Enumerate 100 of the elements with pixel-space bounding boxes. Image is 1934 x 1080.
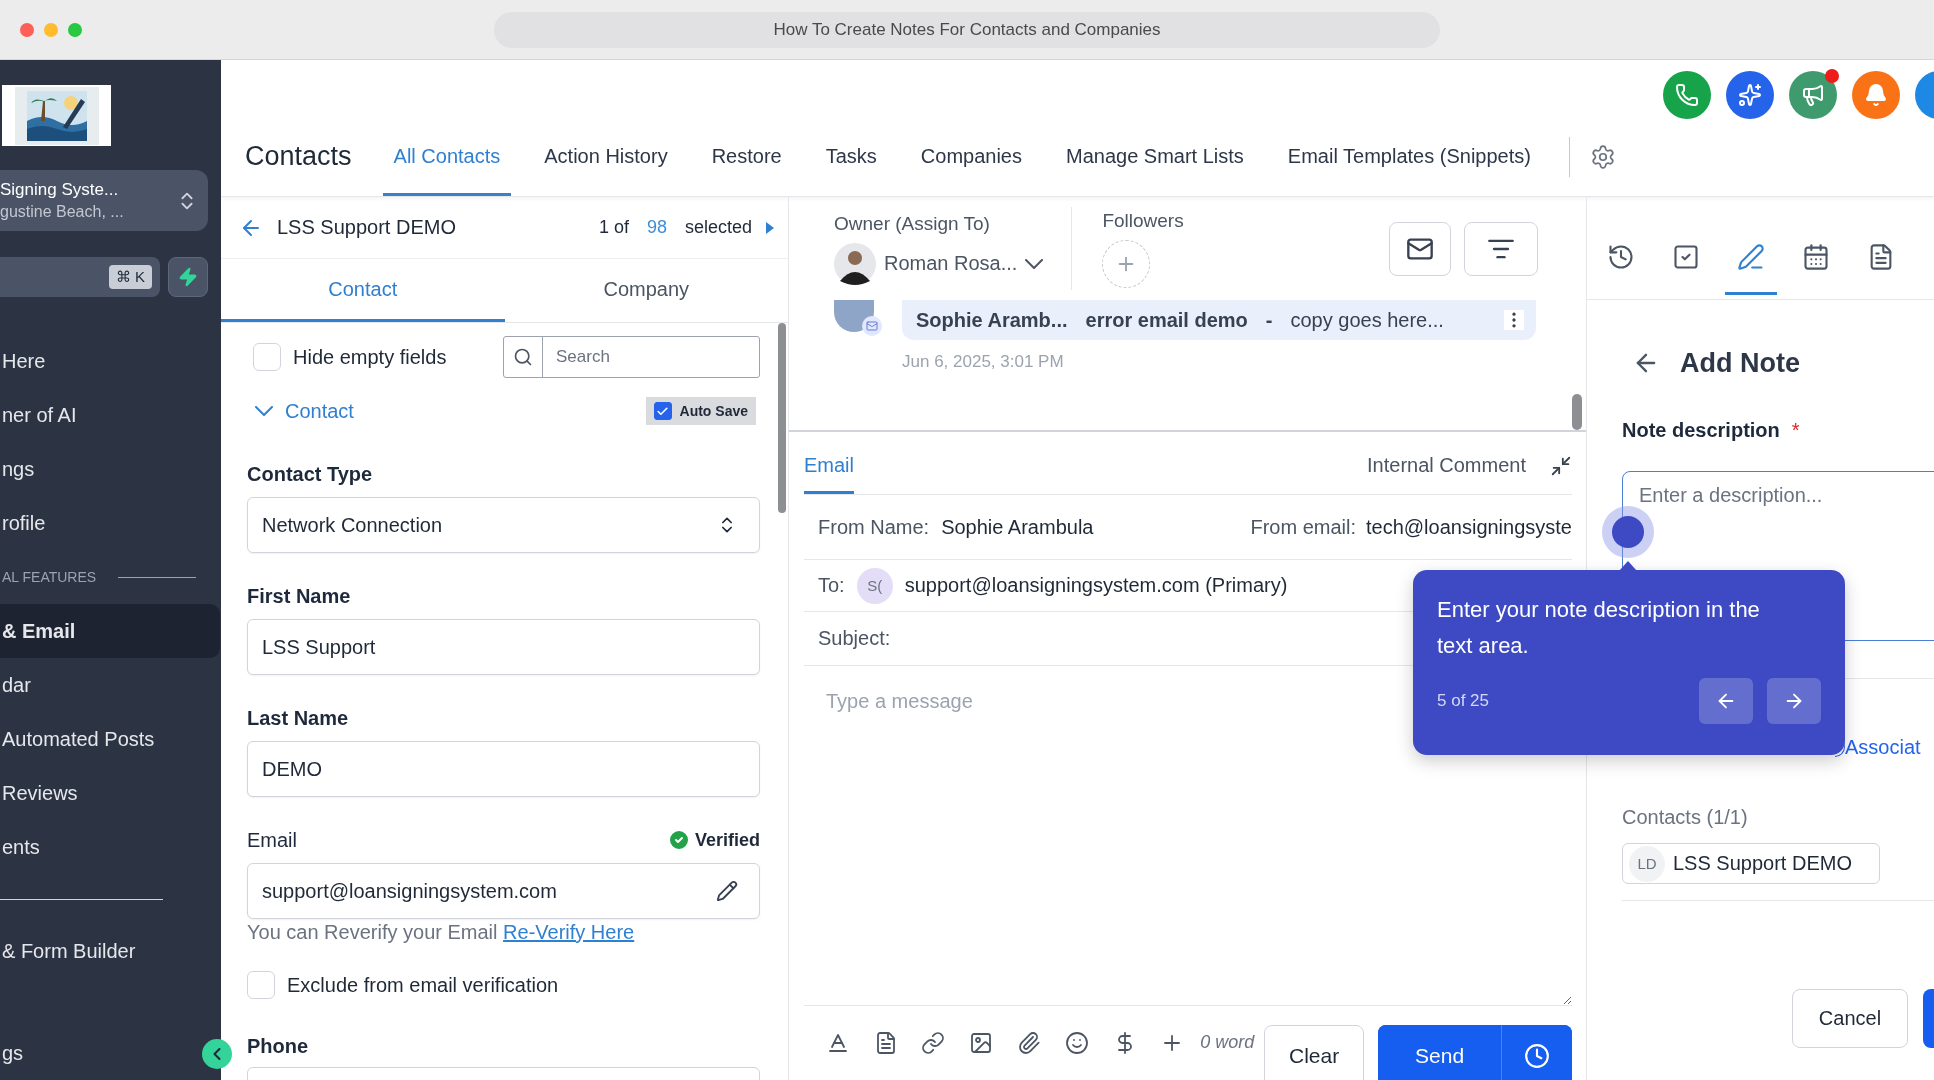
scrollbar-thumb[interactable] [778, 323, 786, 513]
field-label: Last Name [247, 706, 349, 730]
nav-item[interactable]: gs [0, 1026, 30, 1080]
message-time: Jun 6, 2025, 3:01 PM [902, 352, 1065, 372]
detail-tab[interactable]: Company [504, 259, 788, 322]
auto-save-label: Auto Save [679, 403, 748, 419]
nav-item[interactable]: rofile [0, 496, 52, 550]
phone-button[interactable] [1663, 71, 1711, 119]
to-label: To: [818, 574, 845, 597]
email-button[interactable] [1389, 221, 1451, 276]
field-label: First Name [247, 584, 351, 608]
megaphone-button[interactable] [1789, 71, 1837, 119]
composer-tab[interactable]: Email [804, 432, 854, 494]
record-count: 98 [646, 217, 667, 238]
nav-tab[interactable]: Restore [700, 131, 793, 196]
nav-item[interactable]: Reviews [0, 766, 84, 820]
collapse-button[interactable] [202, 1039, 232, 1069]
settings-icon [1589, 143, 1616, 170]
chevron-down-icon [255, 406, 273, 416]
page-title: Contacts [245, 141, 352, 174]
shortcut-key: ⌘ K [108, 265, 152, 289]
text-field[interactable]: LSS Support [247, 619, 760, 675]
history-icon [1607, 242, 1635, 271]
nav-item[interactable]: ngs [0, 442, 41, 496]
nav-item[interactable]: & Email [0, 604, 220, 658]
check-icon [656, 404, 670, 418]
nav-tab[interactable]: Tasks [814, 131, 888, 196]
message-separator: - [1265, 308, 1273, 332]
checkbox[interactable] [653, 402, 672, 420]
sparkle-button[interactable] [1726, 71, 1774, 119]
location-switcher[interactable]: Signing Syste... gustine Beach, ... [0, 170, 208, 231]
window-title: How To Create Notes For Contacts and Companies [494, 11, 1440, 48]
composer-tab[interactable]: Internal Comment [1367, 432, 1526, 494]
reverify-link[interactable]: Re-Verify Here [503, 921, 635, 943]
required-mark: * [1791, 418, 1800, 442]
cancel-button[interactable]: Cancel [1792, 989, 1908, 1048]
sparkle-icon [1738, 83, 1762, 107]
scrollbar-thumb[interactable] [1572, 394, 1582, 430]
from-email-label: From email: [1250, 515, 1356, 539]
section-toggle[interactable]: Contact [247, 399, 354, 423]
record-counter-label: selected [684, 217, 752, 238]
nav-item[interactable]: ents [0, 820, 46, 874]
checkbox-label: Hide empty fields [293, 345, 447, 369]
nav-tab[interactable]: All Contacts [382, 131, 512, 196]
word-count: 0 word [1200, 1032, 1255, 1053]
nav-item[interactable]: Automated Posts [0, 712, 161, 766]
nav-tab[interactable]: Email Templates (Snippets) [1276, 131, 1542, 196]
message-bubble[interactable]: Sophie Aramb... error email demo - copy goes here... [902, 300, 1536, 340]
location-name: Signing Syste... [0, 180, 120, 200]
owner-label: Owner (Assign To) [834, 212, 991, 235]
paperclip-icon [1017, 1031, 1041, 1055]
next-button[interactable] [1767, 678, 1821, 724]
contacts-heading: Contacts (1/1) [1622, 806, 1749, 829]
subject-label: Subject: [818, 627, 891, 650]
email-field[interactable]: support@loansigningsystem.com [247, 863, 760, 919]
search-field[interactable]: Search [503, 336, 760, 378]
contact-chip[interactable]: LD LSS Support DEMO [1622, 843, 1880, 884]
contact-initials: LD [1629, 845, 1665, 882]
message-sender: Sophie Aramb... [916, 308, 1068, 332]
owner-select[interactable]: Roman Rosa... [834, 242, 1044, 285]
select-field[interactable]: Network Connection [247, 497, 760, 553]
bell-button[interactable] [1852, 71, 1900, 119]
verified-label: Verified [694, 829, 760, 851]
close-light[interactable] [20, 22, 34, 37]
phone-icon [1675, 83, 1699, 107]
calendar-icon [1802, 242, 1830, 271]
quick-action-button[interactable] [168, 257, 208, 297]
send-button[interactable]: Send [1377, 1025, 1503, 1080]
recipient-initials: S( [856, 567, 893, 604]
previous-button[interactable] [1699, 678, 1753, 724]
minimize-icon [1550, 455, 1572, 477]
auto-save-toggle[interactable]: Auto Save [645, 397, 756, 425]
nav-item[interactable]: Here [0, 334, 52, 388]
nav-tab[interactable]: Action History [533, 131, 679, 196]
nav-tab[interactable]: Manage Smart Lists [1055, 131, 1255, 196]
panel-title: Add Note [1680, 347, 1800, 379]
detail-tab[interactable]: Contact [221, 259, 505, 322]
record-counter: 1 of [598, 217, 629, 238]
nav-item[interactable]: & Form Builder [0, 924, 142, 978]
nav-tab[interactable]: Companies [909, 131, 1033, 196]
nav-item[interactable]: dar [0, 658, 37, 712]
bell-icon [1864, 83, 1888, 107]
clock-icon [1524, 1043, 1551, 1069]
task-icon [1672, 242, 1700, 271]
search-field[interactable]: ⌘ K [0, 257, 160, 297]
avatar [834, 242, 876, 285]
lightning-icon [178, 267, 198, 287]
image-icon [969, 1031, 994, 1055]
smile-icon [1064, 1031, 1089, 1055]
next-button[interactable] [766, 221, 774, 234]
associate-link[interactable]: Associat [1845, 735, 1921, 759]
filter-button[interactable] [1464, 221, 1538, 276]
field-label: Contact Type [247, 462, 373, 486]
clear-button[interactable]: Clear [1264, 1025, 1364, 1080]
chevron-down-icon [1025, 258, 1044, 269]
nav-item[interactable]: ner of AI [0, 388, 83, 442]
megaphone-icon [1801, 83, 1825, 107]
text-field[interactable]: DEMO [247, 741, 760, 797]
checkbox-label: Exclude from email verification [287, 973, 559, 997]
field-label: Email [247, 828, 297, 852]
